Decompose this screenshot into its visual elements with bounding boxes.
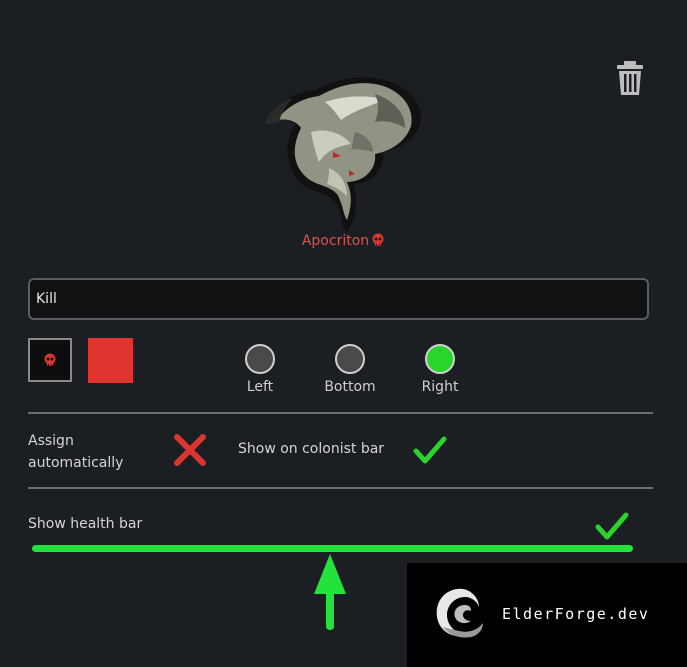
show-colonist-bar-label: Show on colonist bar <box>238 441 385 457</box>
icon-picker-button[interactable] <box>28 338 72 382</box>
divider <box>28 487 653 489</box>
assign-automatically-toggle-cross-icon[interactable] <box>172 432 208 468</box>
show-health-bar-toggle-checkmark-icon[interactable] <box>594 510 630 542</box>
watermark-text: ElderForge.dev <box>502 605 650 623</box>
radio-bottom[interactable] <box>335 344 365 374</box>
radio-left[interactable] <box>245 344 275 374</box>
annotation-arrow-icon <box>312 552 348 632</box>
show-colonist-bar-toggle-checkmark-icon[interactable] <box>412 434 448 466</box>
elderforge-logo-icon <box>429 583 485 643</box>
divider <box>28 412 653 414</box>
radio-right-label: Right <box>421 379 459 395</box>
delete-trash-icon[interactable] <box>615 60 645 96</box>
label-input[interactable] <box>28 278 649 320</box>
show-health-bar-label: Show health bar <box>28 516 143 532</box>
pawn-name: Apocriton <box>0 233 687 249</box>
color-swatch-button[interactable] <box>88 338 133 383</box>
skull-icon <box>371 233 385 247</box>
watermark: ElderForge.dev <box>407 563 687 667</box>
radio-right[interactable] <box>425 344 455 374</box>
pawn-portrait <box>255 72 425 237</box>
skull-icon <box>44 353 56 366</box>
assign-automatically-label: Assign automatically <box>28 433 124 471</box>
pawn-name-text: Apocriton <box>301 233 370 249</box>
radio-bottom-label: Bottom <box>324 379 376 395</box>
radio-left-label: Left <box>246 379 274 395</box>
annotation-underline <box>32 545 633 552</box>
